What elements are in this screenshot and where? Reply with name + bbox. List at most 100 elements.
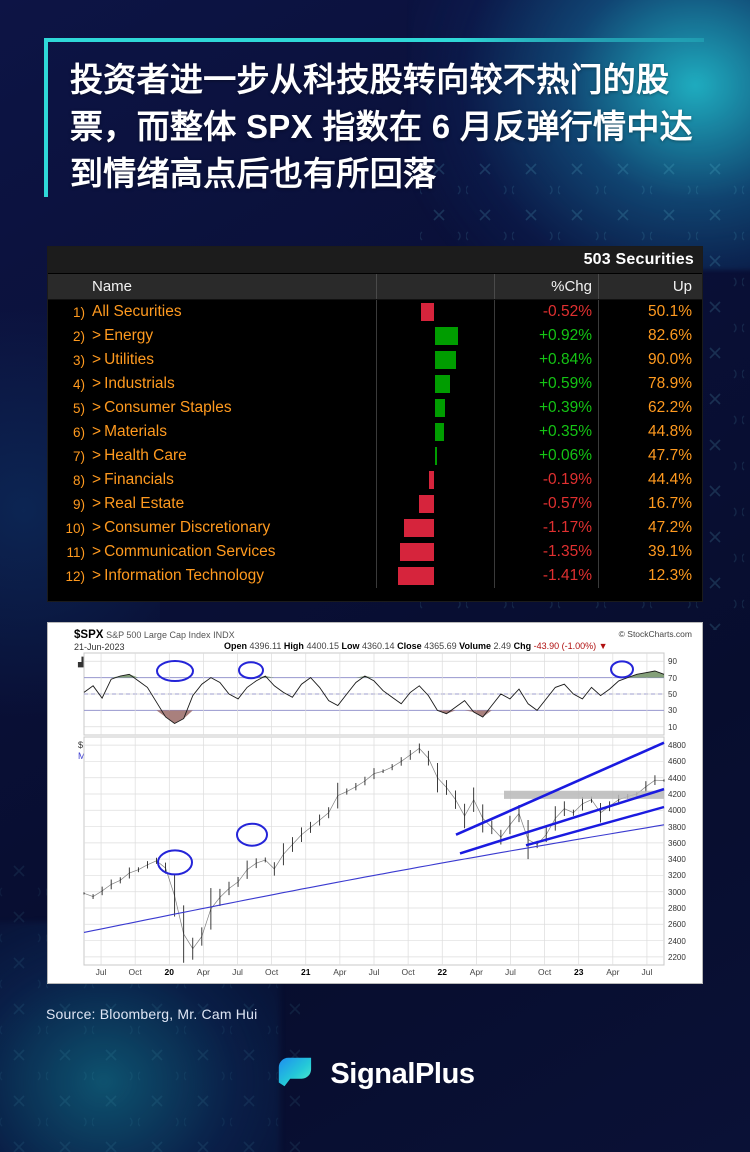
bloomberg-sector-table-panel: 503 Securities Name %Chg Up 1) All Securi… — [47, 246, 703, 602]
expand-chevron-icon[interactable]: > — [92, 375, 101, 392]
column-header-name: Name — [92, 278, 133, 295]
table-row[interactable]: 5) > Consumer Staples +0.39% 62.2% — [48, 396, 702, 420]
price-axis-tick: 4800 — [668, 741, 686, 751]
price-axis-tick: 2200 — [668, 952, 686, 962]
row-change-percent: -1.41% — [494, 564, 598, 588]
row-index: 10) — [65, 520, 85, 536]
price-axis-tick: 3000 — [668, 887, 686, 897]
table-row[interactable]: 2) > Energy +0.92% 82.6% — [48, 324, 702, 348]
row-index: 5) — [72, 400, 85, 416]
row-index: 8) — [72, 472, 85, 488]
row-index: 6) — [72, 424, 85, 440]
x-axis-tick: Oct — [128, 967, 142, 977]
row-change-bar — [376, 516, 494, 540]
row-up-percent: 44.4% — [598, 468, 702, 492]
table-row[interactable]: 3) > Utilities +0.84% 90.0% — [48, 348, 702, 372]
table-title-bar: 503 Securities — [48, 247, 702, 274]
row-change-bar — [376, 492, 494, 516]
row-index: 3) — [72, 352, 85, 368]
table-header-row: Name %Chg Up — [48, 274, 702, 300]
row-change-bar — [376, 540, 494, 564]
row-index: 2) — [72, 328, 85, 344]
chart-x-axis-labels: Jul Oct 20 Apr Jul Oct 21 Apr Jul Oct 22 Apr Jul Oct 2… — [48, 967, 702, 981]
price-axis-tick: 2600 — [668, 920, 686, 930]
price-axis-tick: 4600 — [668, 757, 686, 767]
price-axis-tick: 4200 — [668, 790, 686, 799]
expand-chevron-icon[interactable]: > — [92, 519, 101, 536]
table-row[interactable]: 12) > Information Technology -1.41% 12.3% — [48, 564, 702, 588]
row-change-bar — [376, 300, 494, 324]
row-sector-name[interactable]: > Health Care — [90, 447, 376, 465]
table-row[interactable]: 8) > Financials -0.19% 44.4% — [48, 468, 702, 492]
row-sector-name[interactable]: > Consumer Staples — [90, 399, 376, 417]
row-change-bar — [376, 468, 494, 492]
row-sector-name[interactable]: > Consumer Discretionary — [90, 519, 376, 537]
row-up-percent: 16.7% — [598, 492, 702, 516]
row-change-percent: -0.19% — [494, 468, 598, 492]
row-sector-name[interactable]: > Financials — [90, 471, 376, 489]
price-axis-tick: 3200 — [668, 871, 686, 881]
price-axis-tick: 3600 — [668, 838, 686, 848]
table-row[interactable]: 6) > Materials +0.35% 44.8% — [48, 420, 702, 444]
row-index: 12) — [65, 568, 85, 584]
row-sector-name[interactable]: > Real Estate — [90, 495, 376, 513]
row-up-percent: 47.2% — [598, 516, 702, 540]
expand-chevron-icon[interactable]: > — [92, 423, 101, 440]
row-sector-name[interactable]: > Communication Services — [90, 543, 376, 561]
x-axis-tick: Jul — [505, 967, 516, 977]
row-sector-name[interactable]: > Materials — [90, 423, 376, 441]
x-axis-tick: Apr — [469, 967, 483, 977]
table-row[interactable]: 4) > Industrials +0.59% 78.9% — [48, 372, 702, 396]
expand-chevron-icon[interactable]: > — [92, 471, 101, 488]
x-axis-tick: Oct — [401, 967, 415, 977]
row-change-bar — [376, 420, 494, 444]
expand-chevron-icon[interactable]: > — [92, 495, 101, 512]
x-axis-tick: Oct — [537, 967, 552, 977]
row-up-percent: 44.8% — [598, 420, 702, 444]
rsi-axis-tick: 30 — [668, 706, 677, 716]
expand-chevron-icon[interactable]: > — [92, 447, 101, 464]
row-change-percent: +0.84% — [494, 348, 598, 372]
rsi-axis-tick: 90 — [668, 657, 677, 667]
row-change-bar — [376, 564, 494, 588]
row-change-percent: +0.59% — [494, 372, 598, 396]
expand-chevron-icon[interactable]: > — [92, 543, 101, 560]
row-change-percent: -0.57% — [494, 492, 598, 516]
column-header-chg: %Chg — [494, 274, 598, 299]
table-row[interactable]: 1) All Securities -0.52% 50.1% — [48, 300, 702, 324]
row-change-percent: -1.17% — [494, 516, 598, 540]
table-body: 1) All Securities -0.52% 50.1% 2) > Energy +0.9… — [48, 300, 702, 588]
table-row[interactable]: 10) > Consumer Discretionary -1.17% 47.2% — [48, 516, 702, 540]
x-axis-tick: Apr — [606, 967, 620, 977]
table-row[interactable]: 7) > Health Care +0.06% 47.7% — [48, 444, 702, 468]
x-axis-tick: 22 — [437, 967, 447, 977]
price-axis-tick: 3400 — [668, 855, 686, 865]
row-up-percent: 47.7% — [598, 444, 702, 468]
x-axis-tick: Jul — [232, 967, 243, 977]
x-axis-tick: Apr — [196, 967, 211, 977]
row-change-percent: +0.92% — [494, 324, 598, 348]
row-sector-name[interactable]: > Information Technology — [90, 567, 376, 585]
row-sector-name[interactable]: > Energy — [90, 327, 376, 345]
table-row[interactable]: 11) > Communication Services -1.35% 39.1% — [48, 540, 702, 564]
brand-logo: SignalPlus — [0, 1052, 750, 1096]
source-note: Source: Bloomberg, Mr. Cam Hui — [46, 1006, 258, 1022]
row-sector-name[interactable]: > Utilities — [90, 351, 376, 369]
expand-chevron-icon[interactable]: > — [92, 351, 101, 368]
row-sector-name[interactable]: All Securities — [90, 303, 376, 321]
expand-chevron-icon[interactable]: > — [92, 567, 101, 584]
row-index: 7) — [72, 448, 85, 464]
row-up-percent: 62.2% — [598, 396, 702, 420]
x-axis-tick: Jul — [95, 967, 107, 977]
signalplus-logo-icon — [279, 1057, 312, 1087]
table-row[interactable]: 9) > Real Estate -0.57% 16.7% — [48, 492, 702, 516]
row-change-percent: +0.06% — [494, 444, 598, 468]
row-up-percent: 90.0% — [598, 348, 702, 372]
expand-chevron-icon[interactable]: > — [92, 399, 101, 416]
price-axis-tick: 2400 — [668, 936, 686, 946]
expand-chevron-icon[interactable]: > — [92, 327, 101, 344]
price-axis-tick: 3800 — [668, 822, 686, 832]
row-change-percent: -0.52% — [494, 300, 598, 324]
x-axis-tick: Jul — [368, 967, 380, 977]
row-sector-name[interactable]: > Industrials — [90, 375, 376, 393]
